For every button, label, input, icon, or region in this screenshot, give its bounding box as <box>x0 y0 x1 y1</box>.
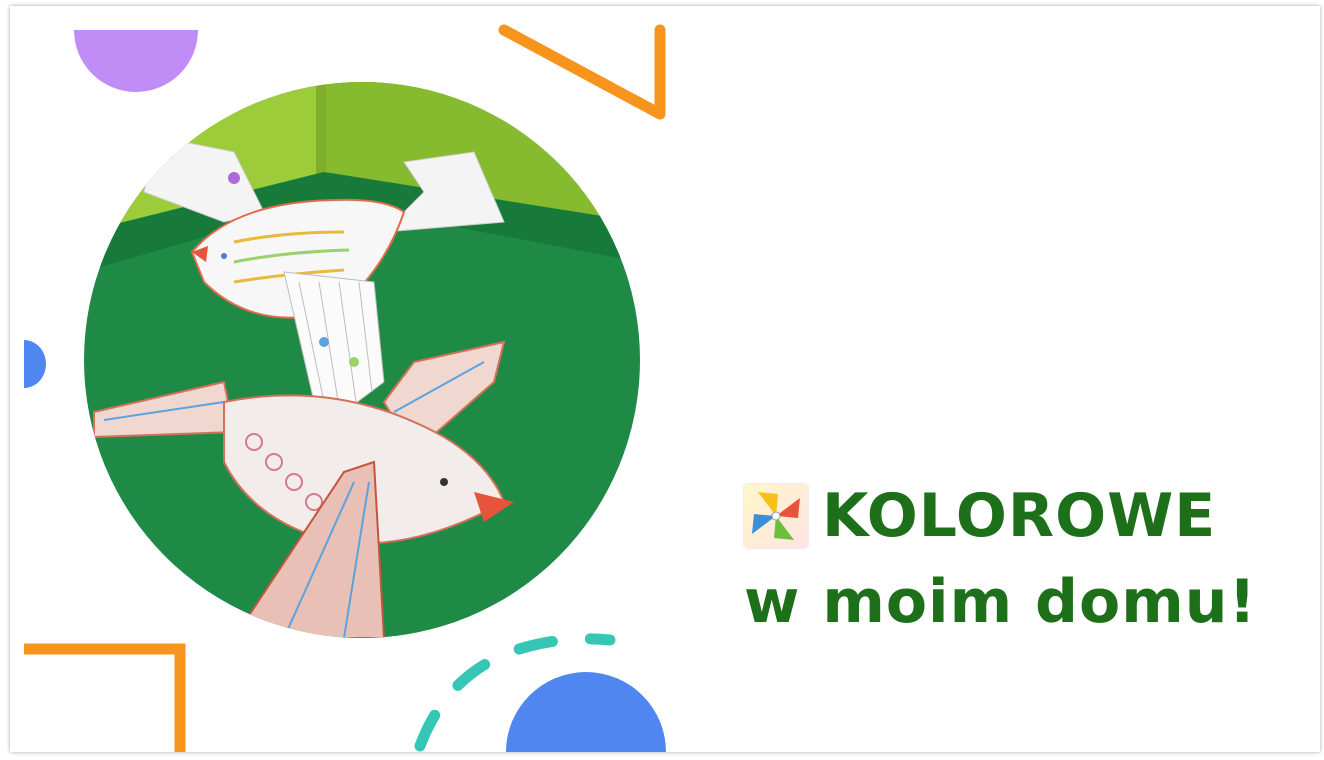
orange-corner-bottom <box>24 643 186 752</box>
orange-corner-top <box>498 24 666 120</box>
slide: KOLOROWE w moim domu! <box>0 0 1324 760</box>
purple-half-circle <box>74 30 198 92</box>
blue-left-half-circle <box>24 340 46 388</box>
craft-birds-photo <box>84 82 640 638</box>
slide-frame: KOLOROWE w moim domu! <box>10 6 1320 752</box>
headline-text-1: KOLOROWE <box>822 481 1217 551</box>
blue-bottom-half-circle <box>506 672 666 752</box>
headline-line-1: KOLOROWE <box>744 476 1314 556</box>
headline: KOLOROWE w moim domu! <box>744 476 1314 640</box>
pinwheel-icon <box>744 484 808 548</box>
headline-line-2: w moim domu! <box>744 567 1257 637</box>
